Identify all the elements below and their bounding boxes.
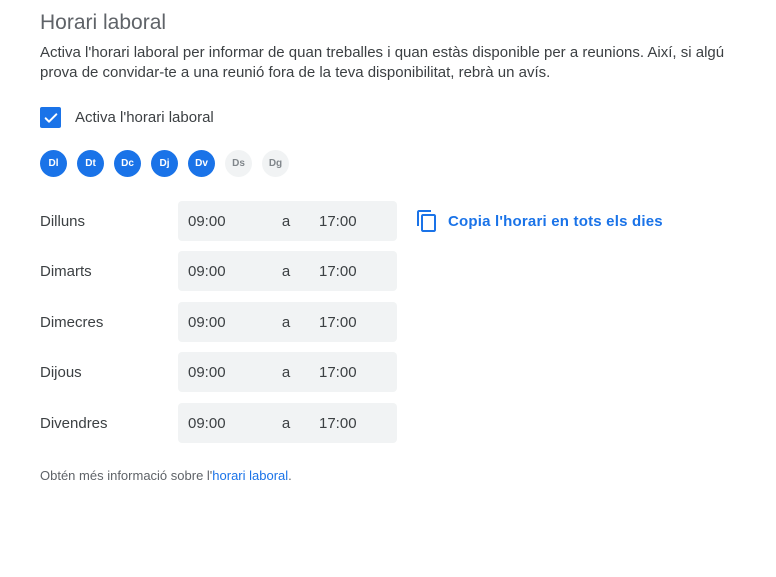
time-range: 09:00 a 17:00: [178, 403, 397, 443]
day-name: Dilluns: [40, 212, 86, 230]
day-toggle-sunday[interactable]: Dg: [262, 150, 289, 177]
end-time-select[interactable]: 17:00: [308, 263, 397, 280]
section-title: Horari laboral: [40, 11, 167, 34]
day-toggle-monday[interactable]: Dl: [40, 150, 67, 177]
schedule-row-monday: Dilluns 09:00 a 17:00: [40, 201, 397, 241]
schedule-row-tuesday: Dimarts 09:00 a 17:00: [40, 251, 397, 291]
end-time-select[interactable]: 17:00: [308, 364, 397, 381]
checkmark-icon: [44, 112, 57, 123]
footer-suffix: .: [288, 468, 292, 483]
time-range: 09:00 a 17:00: [178, 302, 397, 342]
section-description: Activa l'horari laboral per informar de …: [40, 44, 725, 81]
time-separator: a: [281, 262, 291, 280]
start-time-select[interactable]: 09:00: [178, 364, 264, 381]
end-time-select[interactable]: 17:00: [308, 415, 397, 432]
start-time-select[interactable]: 09:00: [178, 213, 264, 230]
time-separator: a: [281, 414, 291, 432]
time-range: 09:00 a 17:00: [178, 201, 397, 241]
copy-schedule-to-all-days-button[interactable]: Copia l'horari en tots els dies: [416, 209, 663, 233]
copy-schedule-label: Copia l'horari en tots els dies: [448, 212, 663, 230]
day-name: Divendres: [40, 414, 108, 432]
time-range: 09:00 a 17:00: [178, 352, 397, 392]
end-time-select[interactable]: 17:00: [308, 213, 397, 230]
time-range: 09:00 a 17:00: [178, 251, 397, 291]
start-time-select[interactable]: 09:00: [178, 263, 264, 280]
start-time-select[interactable]: 09:00: [178, 314, 264, 331]
start-time-select[interactable]: 09:00: [178, 415, 264, 432]
day-name: Dimarts: [40, 262, 92, 280]
schedule-row-thursday: Dijous 09:00 a 17:00: [40, 352, 397, 392]
time-separator: a: [281, 363, 291, 381]
day-toggle-wednesday[interactable]: Dc: [114, 150, 141, 177]
day-name: Dimecres: [40, 313, 104, 331]
day-toggle-saturday[interactable]: Ds: [225, 150, 252, 177]
enable-working-hours-label: Activa l'horari laboral: [75, 109, 214, 126]
enable-working-hours-checkbox[interactable]: [40, 107, 61, 128]
working-hours-help-link[interactable]: horari laboral: [212, 468, 288, 483]
footer-help-text: Obtén més informació sobre l'horari labo…: [40, 468, 292, 483]
footer-prefix: Obtén més informació sobre l': [40, 468, 213, 483]
schedule-row-wednesday: Dimecres 09:00 a 17:00: [40, 302, 397, 342]
time-separator: a: [281, 212, 291, 230]
day-toggle-thursday[interactable]: Dj: [151, 150, 178, 177]
copy-icon: [417, 210, 436, 232]
enable-working-hours-row[interactable]: Activa l'horari laboral: [40, 107, 214, 128]
time-separator: a: [281, 313, 291, 331]
schedule-row-friday: Divendres 09:00 a 17:00: [40, 403, 397, 443]
weekday-selector: Dl Dt Dc Dj Dv Ds Dg: [40, 150, 299, 177]
day-toggle-friday[interactable]: Dv: [188, 150, 215, 177]
day-name: Dijous: [40, 363, 82, 381]
day-toggle-tuesday[interactable]: Dt: [77, 150, 104, 177]
end-time-select[interactable]: 17:00: [308, 314, 397, 331]
